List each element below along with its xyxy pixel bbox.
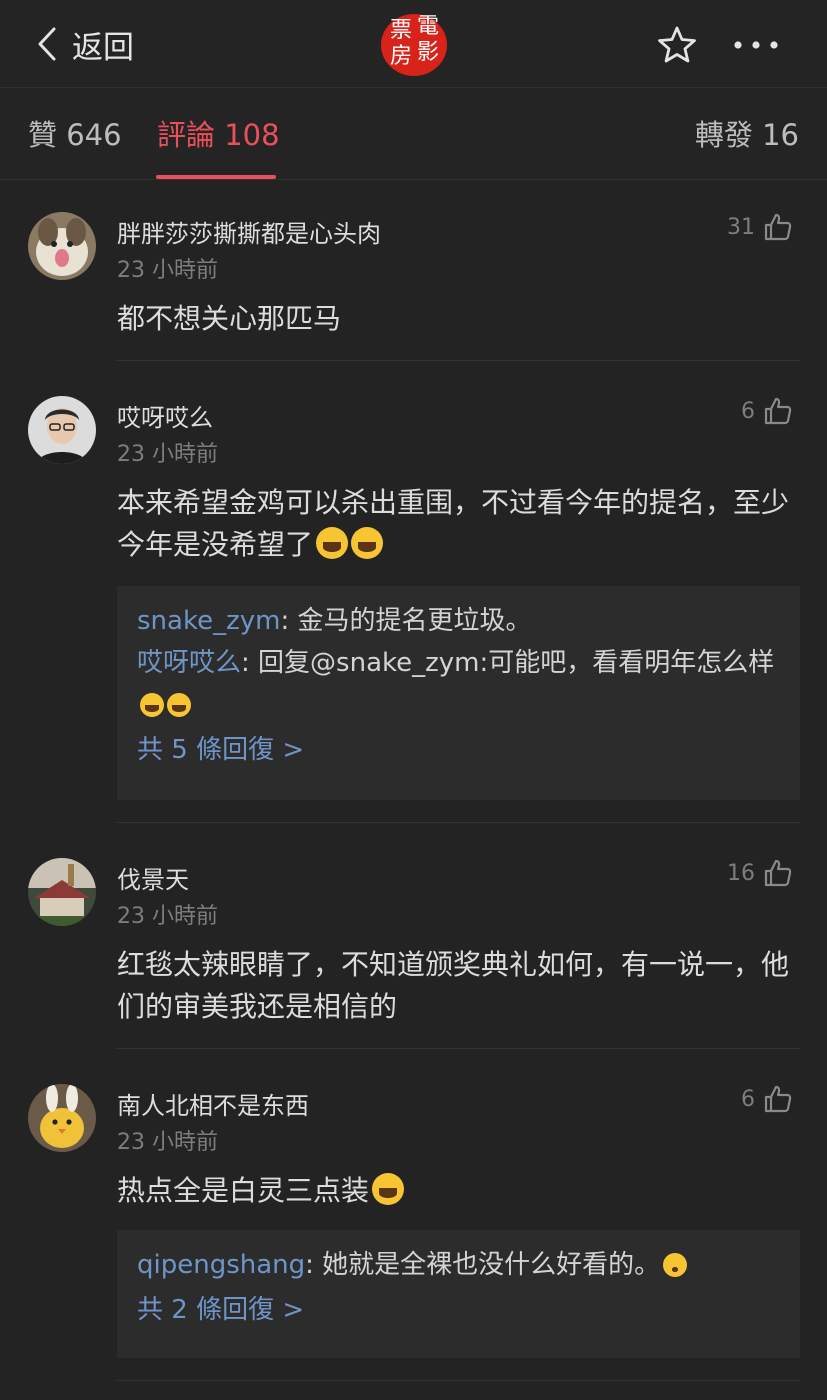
reply-username[interactable]: snake_zym bbox=[137, 606, 280, 636]
comment-time: 23 小時前 bbox=[117, 258, 218, 283]
comment-text-content: 本来希望金鸡可以杀出重围，不过看今年的提名，至少今年是没希望了 bbox=[117, 486, 790, 561]
reply-box: snake_zym: 金马的提名更垃圾。 哎呀哎么: 回复@snake_zym:… bbox=[117, 586, 800, 800]
active-tab-indicator bbox=[156, 175, 276, 179]
top-bar: 返回 票 電 房 影 bbox=[0, 0, 827, 88]
back-button[interactable]: 返回 bbox=[36, 22, 134, 66]
comment-time: 23 小時前 bbox=[117, 1130, 218, 1155]
rolling-laughing-emoji-icon bbox=[372, 1173, 405, 1205]
logo-char: 影 bbox=[417, 40, 440, 65]
comment-time: 23 小時前 bbox=[117, 442, 218, 467]
like-count: 6 bbox=[741, 1086, 755, 1112]
tab-comments[interactable]: 評論 108 bbox=[157, 112, 280, 154]
comment-username[interactable]: 胖胖莎莎撕撕都是心头肉 bbox=[117, 214, 381, 249]
avatar[interactable] bbox=[28, 858, 96, 926]
avatar[interactable] bbox=[28, 1084, 96, 1152]
chick-avatar-image bbox=[28, 1084, 96, 1152]
tears-of-joy-emoji-icon bbox=[167, 693, 191, 717]
more-dots-icon bbox=[734, 41, 778, 49]
comment-username[interactable]: 南人北相不是东西 bbox=[117, 1086, 309, 1121]
view-all-replies-link[interactable]: 共 5 條回復 > bbox=[137, 728, 780, 772]
like-button[interactable]: 6 bbox=[741, 396, 793, 426]
reply-text: : 金马的提名更垃圾。 bbox=[280, 606, 532, 636]
logo-char: 票 bbox=[390, 18, 413, 43]
comment-text-content: 热点全是白灵三点装 bbox=[117, 1174, 370, 1207]
comment-username[interactable]: 伐景天 bbox=[117, 860, 189, 895]
chevron-left-icon bbox=[38, 27, 56, 61]
reply-text: : 回复@snake_zym:可能吧，看看明年怎么样 bbox=[241, 648, 775, 678]
more-button[interactable] bbox=[730, 24, 782, 66]
reply-username[interactable]: qipengshang bbox=[137, 1250, 305, 1280]
tears-of-joy-emoji-icon bbox=[316, 527, 349, 559]
tears-of-joy-emoji-icon bbox=[351, 527, 384, 559]
view-all-replies-link[interactable]: 共 2 條回復 > bbox=[137, 1288, 780, 1332]
logo-char: 電 bbox=[417, 14, 440, 39]
like-button[interactable]: 6 bbox=[741, 1084, 793, 1114]
comment-divider bbox=[117, 822, 800, 823]
person-avatar-image bbox=[28, 396, 96, 464]
reply-item: 哎呀哎么: 回复@snake_zym:可能吧，看看明年怎么样 bbox=[137, 642, 780, 726]
avatar[interactable] bbox=[28, 212, 96, 280]
back-label: 返回 bbox=[72, 29, 134, 66]
tab-reposts[interactable]: 轉發 16 bbox=[695, 112, 799, 154]
comment-divider bbox=[117, 1048, 800, 1049]
star-icon bbox=[658, 26, 696, 63]
favorite-button[interactable] bbox=[656, 24, 698, 66]
like-button[interactable]: 16 bbox=[727, 858, 793, 888]
thinking-emoji-icon bbox=[663, 1253, 688, 1277]
logo-char: 房 bbox=[390, 44, 413, 69]
thumbs-up-icon bbox=[764, 213, 792, 241]
comment-text: 热点全是白灵三点装 bbox=[117, 1170, 797, 1212]
building-avatar-image bbox=[28, 858, 96, 926]
like-count: 16 bbox=[727, 860, 755, 886]
tears-of-joy-emoji-icon bbox=[140, 693, 164, 717]
tab-likes[interactable]: 贊 646 bbox=[28, 112, 122, 154]
comment-divider bbox=[117, 360, 800, 361]
comment-text: 本来希望金鸡可以杀出重围，不过看今年的提名，至少今年是没希望了 bbox=[117, 482, 797, 566]
comment-text: 都不想关心那匹马 bbox=[117, 302, 342, 335]
like-button[interactable]: 31 bbox=[727, 212, 793, 242]
like-count: 31 bbox=[727, 214, 755, 240]
thumbs-up-icon bbox=[764, 1085, 792, 1113]
reply-text: : 她就是全裸也没什么好看的。 bbox=[305, 1250, 661, 1280]
like-count: 6 bbox=[741, 398, 755, 424]
thumbs-up-icon bbox=[764, 859, 792, 887]
comment-username[interactable]: 哎呀哎么 bbox=[117, 398, 213, 433]
comment-text: 红毯太辣眼睛了，不知道颁奖典礼如何，有一说一，他们的审美我还是相信的 bbox=[117, 948, 790, 1023]
thumbs-up-icon bbox=[764, 397, 792, 425]
avatar[interactable] bbox=[28, 396, 96, 464]
reply-item: snake_zym: 金马的提名更垃圾。 bbox=[137, 600, 780, 642]
dog-avatar-image bbox=[28, 212, 96, 280]
comment-time: 23 小時前 bbox=[117, 904, 218, 929]
reply-username[interactable]: 哎呀哎么 bbox=[137, 648, 241, 678]
comment-divider bbox=[117, 1380, 800, 1381]
reply-box: qipengshang: 她就是全裸也没什么好看的。 共 2 條回復 > bbox=[117, 1230, 800, 1358]
tab-bar: 贊 646 評論 108 轉發 16 bbox=[0, 88, 827, 180]
reply-item: qipengshang: 她就是全裸也没什么好看的。 bbox=[137, 1244, 780, 1286]
movie-box-office-logo: 票 電 房 影 bbox=[381, 14, 447, 76]
